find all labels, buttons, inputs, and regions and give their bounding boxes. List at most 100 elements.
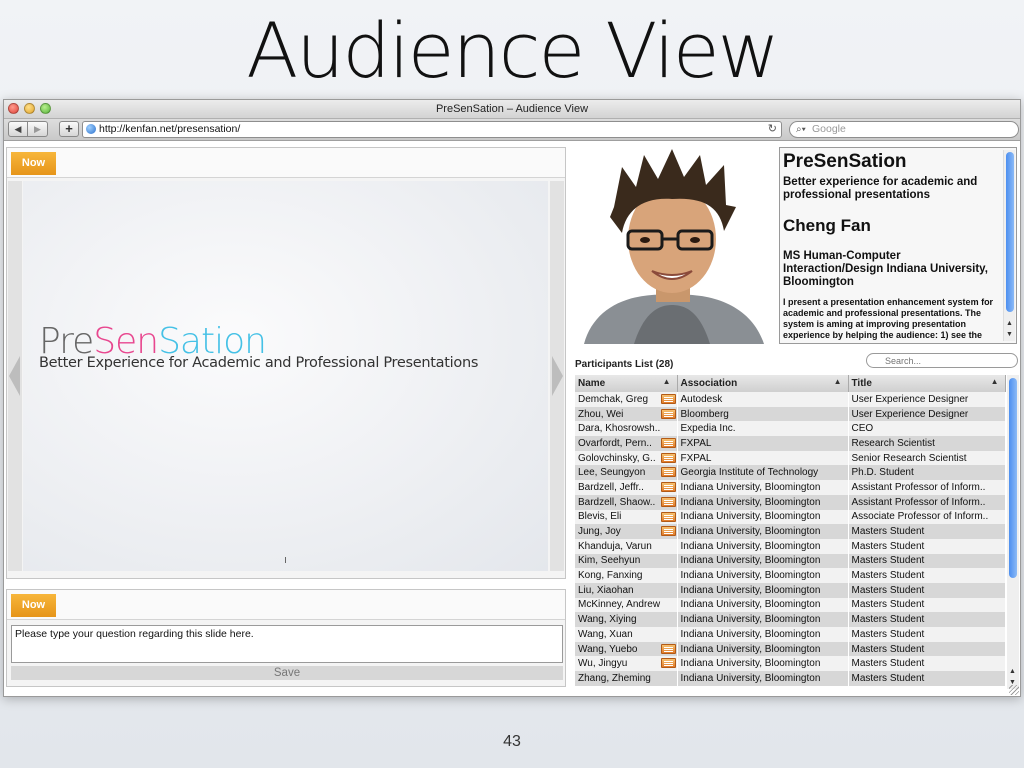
sort-ascending-icon: ▲: [990, 377, 999, 386]
contact-card-icon[interactable]: [660, 408, 676, 419]
add-bookmark-button[interactable]: +: [59, 121, 79, 137]
table-row[interactable]: Wang, Xuan Indiana University, Bloomingto…: [575, 627, 1006, 642]
participant-association: Indiana University, Bloomington: [677, 582, 849, 598]
participant-title: Assistant Professor of Inform..: [848, 480, 1006, 495]
table-row[interactable]: Bardzell, Jeffr.. Indiana University, Blo…: [575, 480, 1006, 495]
contact-card-icon[interactable]: [660, 643, 676, 654]
table-row[interactable]: Dara, Khosrowsh.. Expedia Inc. CEO: [575, 421, 1006, 437]
previous-slide-arrow[interactable]: [8, 181, 22, 571]
table-row[interactable]: Khanduja, Varun Indiana University, Bloom…: [575, 538, 1006, 554]
globe-icon: [86, 124, 96, 134]
minimize-window-button[interactable]: [24, 103, 35, 114]
table-row[interactable]: Wang, Yuebo Indiana University, Bloomingt…: [575, 641, 1006, 657]
participant-name: Khanduja, Varun: [575, 538, 678, 554]
participant-association: FXPAL: [677, 450, 849, 466]
window-title: PreSenSation – Audience View: [435, 103, 589, 115]
question-now-tab[interactable]: Now: [11, 594, 56, 617]
participant-search-input[interactable]: [866, 353, 1018, 368]
page-content: Now PreSenSation Better Experience for A…: [4, 142, 1020, 696]
sort-ascending-icon: ▲: [833, 377, 842, 386]
contact-card-icon[interactable]: [660, 496, 676, 507]
table-row[interactable]: Bardzell, Shaow.. Indiana University, Blo…: [575, 494, 1006, 510]
nav-buttons: ◀ ▶: [8, 121, 48, 137]
table-row[interactable]: Jung, Joy Indiana University, Bloomington…: [575, 524, 1006, 539]
table-row[interactable]: Kim, Seehyun Indiana University, Blooming…: [575, 553, 1006, 569]
contact-card-icon[interactable]: [660, 526, 676, 537]
contact-card-icon[interactable]: [660, 658, 676, 669]
participant-association: Indiana University, Bloomington: [677, 612, 849, 627]
participant-title: Masters Student: [848, 671, 1006, 686]
participant-title: User Experience Designer: [848, 406, 1006, 422]
forward-button[interactable]: ▶: [28, 121, 48, 137]
participants-scrollbar[interactable]: ▲ ▼: [1007, 375, 1019, 689]
now-tab[interactable]: Now: [11, 152, 56, 175]
table-row[interactable]: Ovarfordt, Pern.. FXPAL Research Scientist: [575, 436, 1006, 451]
table-row[interactable]: Lee, Seungyon Georgia Institute of Techno…: [575, 465, 1006, 481]
participant-name: Wang, Xuan: [575, 627, 678, 642]
contact-card-icon[interactable]: [660, 394, 676, 404]
participant-title: Masters Student: [848, 641, 1006, 657]
table-row[interactable]: Demchak, Greg Autodesk User Experience Des…: [575, 392, 1006, 407]
column-header-association[interactable]: Association ▲: [677, 375, 849, 392]
scroll-up-icon[interactable]: ▲: [1007, 667, 1018, 677]
address-text: http://kenfan.net/presensation/: [99, 123, 241, 135]
table-row[interactable]: Zhou, Wei Bloomberg User Experience Design…: [575, 406, 1006, 422]
participant-title: CEO: [848, 421, 1006, 437]
zoom-window-button[interactable]: [40, 103, 51, 114]
close-window-button[interactable]: [8, 103, 19, 114]
participant-association: Indiana University, Bloomington: [677, 538, 849, 554]
text-cursor: [285, 557, 286, 563]
contact-card-icon[interactable]: [660, 482, 676, 493]
reload-icon[interactable]: ↻: [768, 122, 777, 137]
participant-title: Masters Student: [848, 538, 1006, 554]
contact-card-icon[interactable]: [660, 511, 676, 522]
scroll-down-icon[interactable]: ▼: [1004, 330, 1015, 340]
slide-panel: Now PreSenSation Better Experience for A…: [6, 147, 566, 579]
browser-search-field[interactable]: ⌕▾ Google: [789, 121, 1019, 138]
table-row[interactable]: Wang, Xiying Indiana University, Blooming…: [575, 612, 1006, 627]
address-bar[interactable]: http://kenfan.net/presensation/ ↻: [82, 121, 782, 138]
window-controls: [8, 103, 51, 114]
presentation-abstract: I present a presentation enhancement sys…: [783, 297, 994, 340]
question-input[interactable]: [11, 625, 563, 663]
participant-title: Masters Student: [848, 582, 1006, 598]
app-tagline: Better experience for academic and profe…: [783, 176, 978, 201]
table-row[interactable]: Liu, Xiaohan Indiana University, Blooming…: [575, 582, 1006, 598]
contact-card-icon[interactable]: [660, 452, 676, 463]
table-row[interactable]: Wu, Jingyu Indiana University, Bloomingto…: [575, 656, 1006, 672]
contact-card-icon[interactable]: [660, 467, 676, 478]
save-button[interactable]: Save: [11, 666, 563, 680]
window-resize-grip[interactable]: [1009, 685, 1019, 695]
column-header-title[interactable]: Title ▲: [848, 375, 1006, 392]
participant-name: Lee, Seungyon: [575, 465, 678, 481]
back-button[interactable]: ◀: [8, 121, 28, 137]
table-row[interactable]: Blevis, Eli Indiana University, Bloomingt…: [575, 509, 1006, 525]
scroll-up-icon[interactable]: ▲: [1004, 319, 1015, 329]
participant-name: Zhang, Zheming: [575, 671, 678, 686]
contact-card-icon[interactable]: [660, 438, 676, 449]
table-row[interactable]: Kong, Fanxing Indiana University, Bloomin…: [575, 568, 1006, 583]
slide-number: 43: [503, 733, 521, 750]
participant-association: Georgia Institute of Technology: [677, 465, 849, 481]
table-row[interactable]: Golovchinsky, G.. FXPAL Senior Research Sc…: [575, 450, 1006, 466]
scroll-thumb[interactable]: [1009, 378, 1017, 578]
participant-title: Senior Research Scientist: [848, 450, 1006, 466]
participant-association: FXPAL: [677, 436, 849, 451]
slide-header: [7, 148, 565, 178]
participant-title: Assistant Professor of Inform..: [848, 494, 1006, 510]
window-titlebar: PreSenSation – Audience View: [4, 100, 1020, 119]
table-row[interactable]: Zhang, Zheming Indiana University, Bloomi…: [575, 671, 1006, 686]
participant-title: User Experience Designer: [848, 392, 1006, 407]
scroll-thumb[interactable]: [1006, 152, 1014, 312]
info-scrollbar[interactable]: ▲ ▼: [1003, 150, 1015, 341]
participant-association: Indiana University, Bloomington: [677, 597, 849, 613]
slide-view: PreSenSation Better Experience for Acade…: [23, 181, 548, 571]
app-name: PreSenSation: [783, 151, 907, 172]
participant-name: Blevis, Eli: [575, 509, 678, 525]
participant-name: Wang, Yuebo: [575, 641, 678, 657]
column-header-name[interactable]: Name ▲: [575, 375, 678, 392]
next-slide-arrow[interactable]: [550, 181, 564, 571]
table-row[interactable]: McKinney, Andrew Indiana University, Bloo…: [575, 597, 1006, 613]
participant-association: Indiana University, Bloomington: [677, 627, 849, 642]
participant-name: Wang, Xiying: [575, 612, 678, 627]
